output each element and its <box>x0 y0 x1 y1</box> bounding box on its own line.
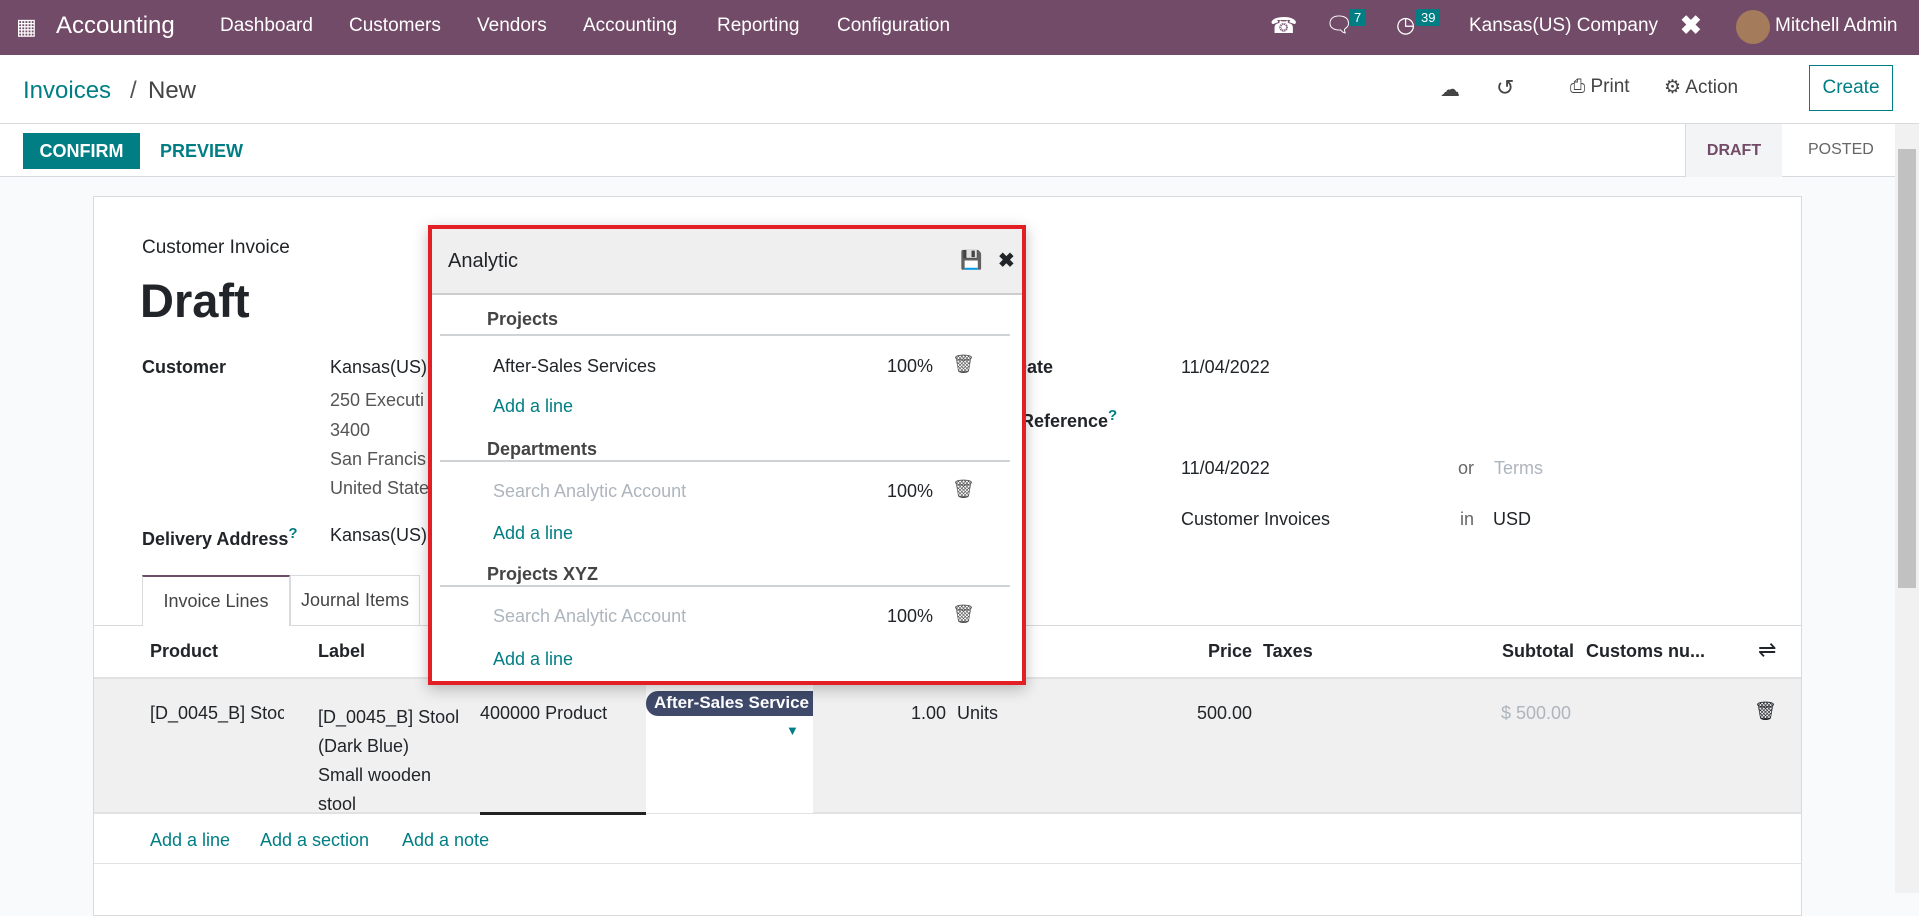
account-underline <box>480 812 646 815</box>
cell-uom[interactable]: Units <box>957 703 998 724</box>
divider <box>440 334 1010 336</box>
cell-subtotal: $ 500.00 <box>1501 703 1572 723</box>
customer-address: 250 Executi <box>330 390 425 410</box>
optional-columns-icon[interactable]: ⇌ <box>1758 637 1776 663</box>
analytic-cell[interactable]: After-Sales Service ▼ <box>646 679 813 813</box>
in-text: in <box>1460 509 1475 529</box>
add-line-link[interactable]: Add a line <box>493 649 573 670</box>
search-analytic-input[interactable]: Search Analytic Account <box>493 606 686 627</box>
invoice-state-title: Draft <box>140 274 250 327</box>
customer-label: Customer <box>142 357 227 377</box>
apps-grid-icon[interactable]: ▦ <box>16 14 37 40</box>
add-section-link[interactable]: Add a section <box>260 830 369 851</box>
customer-field[interactable]: Kansas(US) <box>330 357 427 378</box>
undo-icon[interactable]: ↺ <box>1496 75 1514 101</box>
menu-accounting[interactable]: Accounting <box>583 15 677 37</box>
percentage[interactable]: 100% <box>876 356 933 377</box>
status-bar: CONFIRM PREVIEW DRAFT POSTED <box>0 124 1895 177</box>
confirm-button[interactable]: CONFIRM <box>23 133 140 169</box>
section-projects: Projects <box>487 309 559 329</box>
trash-icon[interactable]: 🗑 <box>952 354 975 375</box>
preview-button[interactable]: PREVIEW <box>160 141 243 162</box>
delivery-address-label: Delivery Address? <box>142 525 298 549</box>
cell-account[interactable]: 400000 Product <box>480 703 646 724</box>
clock-icon[interactable]: ◷ <box>1396 12 1415 38</box>
menu-reporting[interactable]: Reporting <box>717 15 799 37</box>
status-draft[interactable]: DRAFT <box>1685 124 1782 177</box>
cell-quantity[interactable]: 1.00 <box>894 703 946 724</box>
cell-label[interactable]: [D_0045_B] Stool (Dark Blue) Small wooden s… <box>318 703 459 819</box>
payment-terms-field[interactable]: Terms <box>1494 458 1543 479</box>
user-menu[interactable]: Mitchell Admin <box>1775 15 1898 37</box>
due-date-field[interactable]: 11/04/2022 <box>1181 458 1270 479</box>
menu-dashboard[interactable]: Dashboard <box>220 15 313 37</box>
action-button[interactable]: ⚙ Action <box>1664 76 1738 99</box>
delivery-address-field[interactable]: Kansas(US) <box>330 525 427 546</box>
menu-configuration[interactable]: Configuration <box>837 15 950 37</box>
divider <box>440 585 1010 587</box>
or-text: or <box>1458 458 1475 478</box>
add-line-link[interactable]: Add a line <box>150 830 230 851</box>
chat-badge: 7 <box>1349 9 1367 26</box>
status-posted[interactable]: POSTED <box>1808 141 1874 159</box>
tab-invoice-lines[interactable]: Invoice Lines <box>142 575 290 626</box>
tab-journal-items[interactable]: Journal Items <box>290 575 420 625</box>
close-icon[interactable]: ✖ <box>998 248 1015 273</box>
create-button[interactable]: Create <box>1809 65 1893 111</box>
save-icon[interactable]: 💾 <box>960 250 982 271</box>
cell-product[interactable]: [D_0045_B] Stoc <box>150 703 284 724</box>
trash-icon[interactable]: 🗑 <box>952 479 975 500</box>
customer-address: San Francis <box>330 449 427 469</box>
col-taxes[interactable]: Taxes <box>1263 641 1313 662</box>
menu-vendors[interactable]: Vendors <box>477 15 547 37</box>
col-product[interactable]: Product <box>150 641 218 662</box>
divider <box>94 863 1801 864</box>
print-button[interactable]: ⎙ Print <box>1570 76 1630 98</box>
add-line-link[interactable]: Add a line <box>493 523 573 544</box>
analytic-popup: Analytic 💾 ✖ Projects After-Sales Servic… <box>428 225 1026 685</box>
company-switcher[interactable]: Kansas(US) Company <box>1469 15 1658 37</box>
breadcrumb-separator: / <box>130 77 137 104</box>
tools-icon[interactable]: ✖ <box>1680 10 1702 41</box>
breadcrumb-current: New <box>148 77 197 104</box>
invoice-type: Customer Invoice <box>142 237 290 258</box>
avatar[interactable] <box>1736 10 1770 44</box>
col-price[interactable]: Price <box>1206 641 1252 662</box>
analytic-tag[interactable]: After-Sales Service <box>646 691 813 716</box>
divider <box>440 460 1010 462</box>
top-navbar: ▦ Accounting Dashboard Customers Vendors… <box>0 0 1919 55</box>
printer-icon: ⎙ <box>1570 76 1586 97</box>
section-departments: Departments <box>487 439 598 459</box>
section-projects-xyz: Projects XYZ <box>487 564 599 584</box>
gear-icon: ⚙ <box>1664 77 1682 98</box>
activity-badge: 39 <box>1416 9 1441 26</box>
cell-price[interactable]: 500.00 <box>1184 703 1252 724</box>
phone-icon[interactable]: ☎ <box>1270 13 1297 39</box>
col-label[interactable]: Label <box>318 641 365 662</box>
control-panel: Invoices / New ☁ ↺ ⎙ Print ⚙ Action Crea… <box>0 55 1919 124</box>
popup-header: Analytic 💾 ✖ <box>432 229 1022 295</box>
app-name[interactable]: Accounting <box>56 12 175 40</box>
cloud-upload-icon[interactable]: ☁ <box>1440 77 1460 102</box>
percentage[interactable]: 100% <box>876 606 933 627</box>
journal-field[interactable]: Customer Invoices <box>1181 509 1330 530</box>
menu-customers[interactable]: Customers <box>349 15 441 37</box>
analytic-line[interactable]: After-Sales Services <box>493 356 656 377</box>
customer-address: 3400 <box>330 420 371 440</box>
percentage[interactable]: 100% <box>876 481 933 502</box>
col-customs[interactable]: Customs nu... <box>1586 641 1705 662</box>
search-analytic-input[interactable]: Search Analytic Account <box>493 481 686 502</box>
currency-field[interactable]: USD <box>1493 509 1531 530</box>
popup-title: Analytic <box>448 250 519 272</box>
scrollbar-thumb[interactable] <box>1898 149 1916 588</box>
customer-address: United State <box>330 478 430 498</box>
add-line-link[interactable]: Add a line <box>493 396 573 417</box>
col-subtotal[interactable]: Subtotal <box>1494 641 1574 662</box>
add-note-link[interactable]: Add a note <box>402 830 489 851</box>
trash-icon[interactable]: 🗑 <box>952 604 975 625</box>
caret-down-icon[interactable]: ▼ <box>786 723 799 738</box>
delete-row-icon[interactable]: 🗑 <box>1754 701 1777 722</box>
breadcrumb-invoices[interactable]: Invoices <box>23 77 111 105</box>
invoice-date-field[interactable]: 11/04/2022 <box>1181 357 1270 378</box>
